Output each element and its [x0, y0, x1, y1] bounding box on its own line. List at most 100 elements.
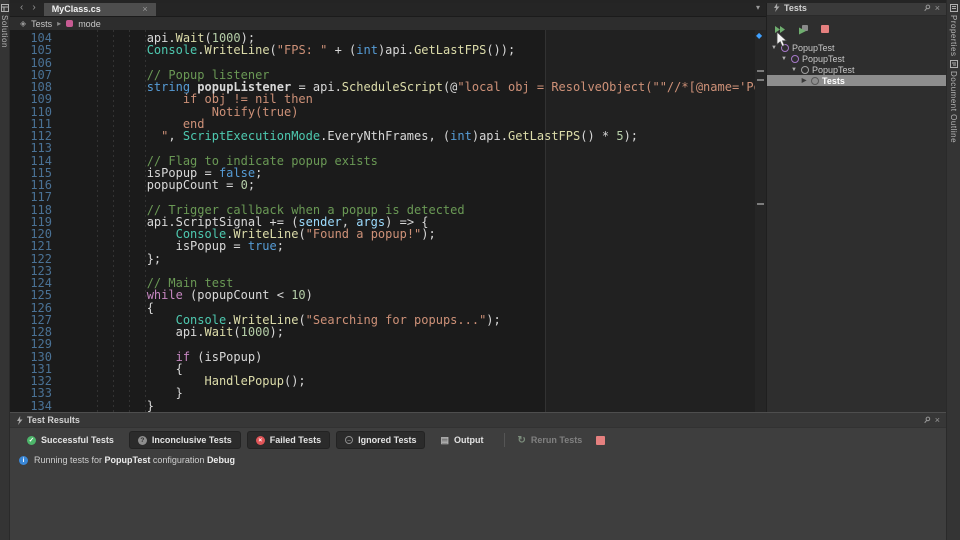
line-number: 126 [30, 300, 52, 315]
run-tests-icon[interactable] [774, 24, 786, 35]
pin-icon[interactable] [923, 4, 931, 12]
sidebar-tab-properties[interactable]: Properties [949, 0, 958, 56]
info-icon: i [19, 455, 28, 465]
code-lines: 104 api.Wait(1000); 105 Console.WriteLine… [10, 32, 766, 412]
tests-panel: Tests × ▼ PopupTest ▼ PopupTest ▼ PopupTest ▶ T… [766, 0, 946, 412]
scrollbar-mark [757, 79, 764, 81]
line-number: 106 [30, 55, 52, 70]
filter-ignored-button[interactable]: – Ignored Tests [336, 431, 426, 449]
breadcrumb-item-tests[interactable]: Tests [31, 19, 52, 29]
tab-close-icon[interactable]: × [142, 4, 147, 14]
code-text: } [60, 398, 154, 412]
collapse-arrow-icon[interactable]: ▼ [790, 67, 798, 73]
results-panel-header: Test Results × [10, 413, 946, 428]
line-number: 114 [30, 153, 52, 168]
collapse-arrow-icon[interactable]: ▼ [770, 45, 778, 51]
status-config: PopupTest [104, 455, 151, 465]
line-number: 121 [30, 239, 52, 254]
close-icon[interactable]: × [935, 415, 940, 425]
collapse-arrow-icon[interactable]: ▼ [780, 56, 788, 62]
tree-row-popuptest[interactable]: ▼ PopupTest [767, 42, 946, 53]
properties-icon [949, 4, 958, 12]
test-node-icon [781, 43, 789, 52]
tree-label: PopupTest [802, 53, 845, 64]
code-line[interactable]: 134 } [10, 398, 755, 412]
tree-row-popuptest[interactable]: ▼ PopupTest [767, 64, 946, 75]
code-text: api.Wait(1000); [60, 325, 284, 339]
line-number: 130 [30, 349, 52, 364]
title-strip [10, 0, 946, 3]
breadcrumb: ◈ Tests ▸ mode [10, 17, 766, 30]
lightning-icon [774, 3, 780, 12]
tab-myclass[interactable]: MyClass.cs × [43, 2, 156, 16]
line-number: 129 [30, 337, 52, 352]
success-icon: ✓ [27, 435, 36, 445]
debug-tests-icon[interactable] [798, 24, 809, 35]
filter-inconclusive-button[interactable]: ? Inconclusive Tests [128, 431, 241, 449]
test-node-icon [791, 54, 799, 63]
code-line[interactable]: 105 Console.WriteLine("FPS: " + (int)api… [10, 43, 755, 58]
stop-icon[interactable] [596, 435, 606, 445]
tree-label: PopupTest [792, 42, 835, 53]
filter-label: Inconclusive Tests [151, 435, 232, 445]
ignored-icon: – [345, 436, 354, 444]
filter-label: Output [453, 435, 484, 445]
results-status: i Running tests for PopupTest configurat… [10, 452, 946, 468]
status-mode: Debug [206, 455, 235, 465]
inconclusive-icon: ? [137, 435, 147, 445]
expand-arrow-icon[interactable]: ▶ [800, 77, 808, 84]
sidebar-tab-solution[interactable]: Solution [0, 0, 9, 48]
filter-output-button[interactable]: ▤ Output [431, 431, 492, 450]
tests-panel-title: Tests [784, 2, 807, 13]
tab-label: MyClass.cs [51, 4, 101, 14]
rerun-tests-button[interactable]: ↻ Rerun Tests [517, 435, 582, 446]
code-line[interactable]: 122 }; [10, 252, 755, 265]
line-number: 117 [30, 190, 52, 205]
left-tool-strip: Solution [0, 0, 10, 540]
line-number: 110 [30, 104, 52, 119]
line-number: 125 [30, 288, 52, 303]
pin-icon[interactable] [923, 416, 931, 424]
sidebar-tab-label: Document Outline [949, 71, 958, 144]
filter-label: Ignored Tests [358, 435, 417, 445]
test-node-icon [811, 76, 819, 85]
nav-back-icon[interactable]: ‹ [20, 2, 23, 13]
scrollbar-mark [757, 70, 764, 72]
toolbar-divider [504, 433, 506, 447]
stop-tests-icon[interactable] [821, 25, 829, 33]
test-results-panel: Test Results × ✓ Successful Tests? Inconcl… [10, 412, 946, 540]
sidebar-tab-label: Properties [949, 15, 958, 57]
tree-label: Tests [822, 75, 845, 86]
nav-forward-icon[interactable]: › [32, 2, 35, 13]
tree-label: PopupTest [812, 64, 855, 75]
tests-tree: ▼ PopupTest ▼ PopupTest ▼ PopupTest ▶ Tests [767, 42, 946, 412]
filter-label: Failed Tests [269, 435, 322, 445]
breadcrumb-item-mode[interactable]: mode [78, 19, 101, 29]
breadcrumb-class-icon: ◈ [20, 19, 27, 28]
code-editor[interactable]: 104 api.Wait(1000); 105 Console.WriteLine… [10, 30, 766, 412]
close-icon[interactable]: × [935, 3, 940, 13]
code-text: Console.WriteLine("FPS: " + (int)api.Get… [146, 43, 516, 58]
caret-marker-icon: ◆ [756, 31, 763, 40]
filter-success-button[interactable]: ✓ Successful Tests [18, 431, 123, 449]
solution-icon [0, 4, 9, 12]
line-number: 105 [30, 43, 52, 58]
editor-scrollbar[interactable]: ◆ [755, 30, 766, 412]
editor-column: ‹ › MyClass.cs × ▾ ◈ Tests ▸ mode 104 ap… [10, 0, 766, 412]
code-line[interactable]: 116 popupCount = 0; [10, 179, 755, 192]
ide-window: Solution ‹ › MyClass.cs × ▾ ◈ Tests ▸ mo… [0, 0, 960, 540]
scrollbar-mark [757, 203, 764, 205]
sidebar-tab-document-outline[interactable]: Document Outline [949, 56, 958, 144]
method-icon [66, 20, 74, 27]
code-line[interactable]: 128 api.Wait(1000); [10, 325, 755, 339]
filter-failed-button[interactable]: × Failed Tests [246, 431, 331, 449]
tree-row-tests[interactable]: ▶ Tests [767, 75, 946, 86]
tree-row-popuptest[interactable]: ▼ PopupTest [767, 53, 946, 64]
code-line[interactable]: 112 ", ScriptExecutionMode.EveryNthFrame… [10, 130, 755, 143]
tab-overflow-icon[interactable]: ▾ [756, 3, 766, 16]
results-panel-title: Test Results [27, 415, 80, 425]
failed-icon: × [255, 435, 265, 445]
test-node-icon [801, 65, 809, 74]
